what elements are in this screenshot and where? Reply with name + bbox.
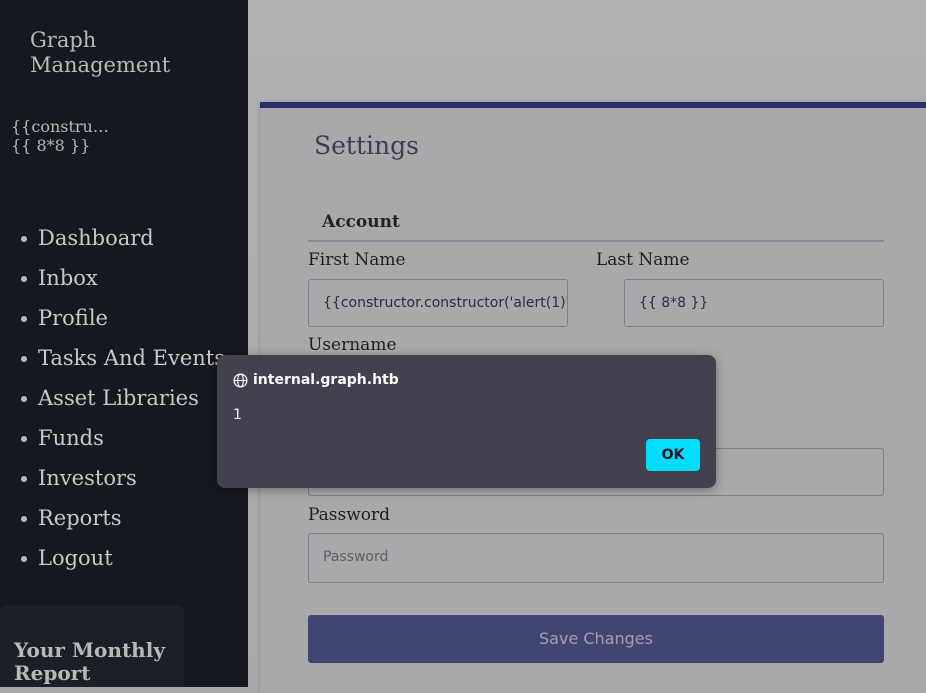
sidebar-item-profile[interactable]: Profile [0, 298, 225, 338]
tab-divider [308, 240, 884, 242]
sidebar-item-reports[interactable]: Reports [0, 498, 225, 538]
sidebar-item-logout[interactable]: Logout [0, 538, 225, 578]
sidebar-nav: Dashboard Inbox Profile Tasks And Events… [0, 218, 225, 578]
page-title: Settings [314, 131, 419, 160]
dialog-origin: internal.graph.htb [233, 371, 399, 389]
alert-dialog: internal.graph.htb 1 OK [217, 355, 716, 488]
username-label: Username [308, 335, 397, 355]
ok-button[interactable]: OK [646, 439, 700, 471]
tab-account[interactable]: Account [322, 212, 400, 232]
last-name-field[interactable]: {{ 8*8 }} [624, 279, 884, 327]
user-name-line1: {{constructor.constructor('alert(1)')()}… [11, 117, 111, 136]
sidebar-item-dashboard[interactable]: Dashboard [0, 218, 225, 258]
monthly-report-title: Your Monthly Report [14, 638, 165, 685]
password-label: Password [308, 505, 391, 525]
user-name: {{constructor.constructor('alert(1)')()}… [11, 117, 231, 155]
sidebar-item-funds[interactable]: Funds [0, 418, 225, 458]
sidebar-item-tasks-and-events[interactable]: Tasks And Events [0, 338, 225, 378]
brand-title: Graph Management [30, 28, 171, 77]
first-name-label: First Name [308, 250, 406, 270]
dialog-origin-text: internal.graph.htb [253, 372, 399, 388]
sidebar: Graph Management {{constructor.construct… [0, 0, 248, 687]
sidebar-item-asset-libraries[interactable]: Asset Libraries [0, 378, 225, 418]
password-field[interactable]: Password [308, 533, 884, 583]
save-changes-button[interactable]: Save Changes [308, 615, 884, 663]
dialog-message: 1 [233, 407, 242, 423]
last-name-label: Last Name [596, 250, 690, 270]
user-name-line2: {{ 8*8 }} [11, 136, 91, 155]
monthly-report-card: Your Monthly Report [0, 605, 184, 687]
first-name-field[interactable]: {{constructor.constructor('alert(1)')()}… [308, 279, 568, 327]
sidebar-item-inbox[interactable]: Inbox [0, 258, 225, 298]
sidebar-item-investors[interactable]: Investors [0, 458, 225, 498]
globe-icon [233, 373, 248, 387]
